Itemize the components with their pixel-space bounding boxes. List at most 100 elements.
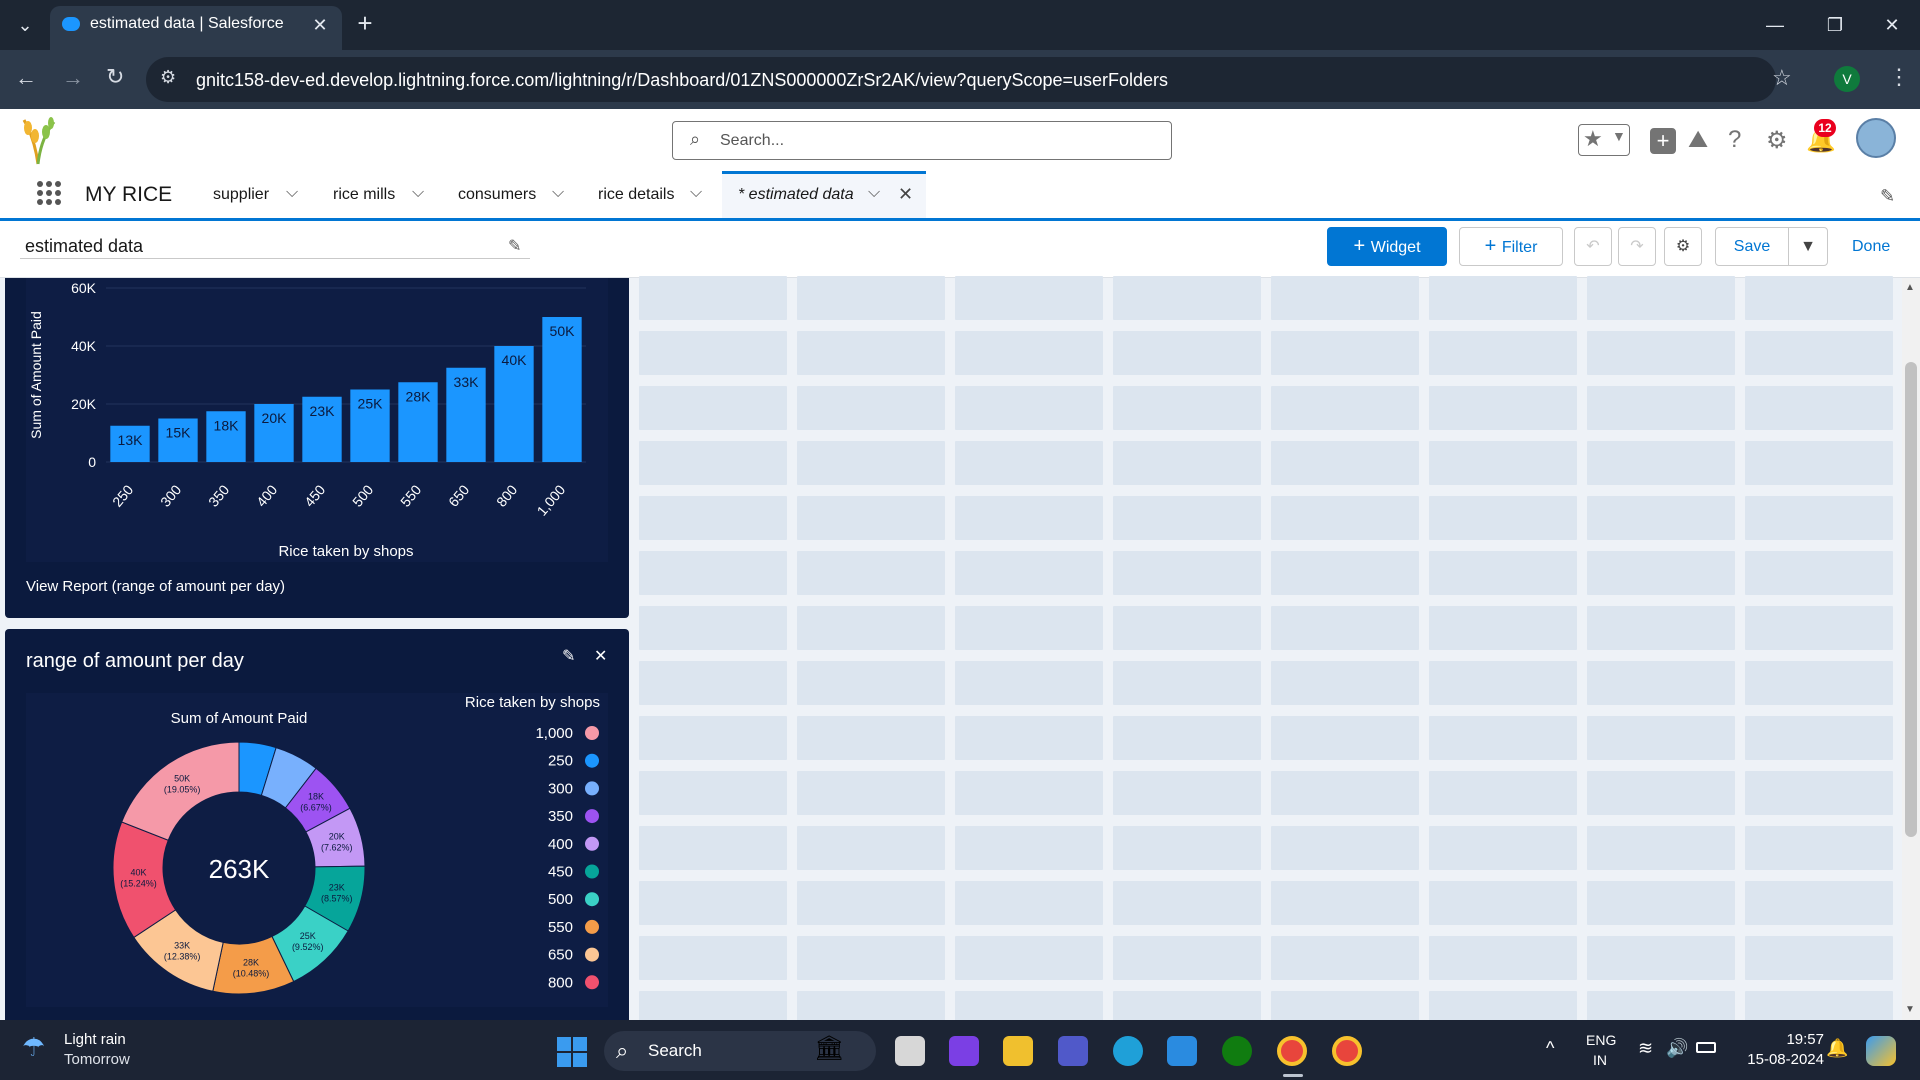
microsoft-store-icon[interactable]: [1167, 1036, 1197, 1066]
battery-icon[interactable]: [1696, 1042, 1716, 1053]
legend-label: 250: [548, 753, 573, 770]
weather-rain-icon[interactable]: ☂: [22, 1032, 45, 1063]
app-launcher-icon[interactable]: [36, 180, 62, 206]
view-report-link[interactable]: View Report (range of amount per day): [26, 578, 285, 595]
dashboard-name[interactable]: estimated data: [25, 236, 143, 257]
chevron-down-icon[interactable]: ⌵: [868, 184, 880, 202]
add-filter-button[interactable]: + Filter: [1459, 227, 1563, 266]
tab-search-chevron-icon[interactable]: ⌄: [8, 0, 42, 50]
grid-cell: [639, 606, 787, 650]
active-app-indicator: [1283, 1074, 1303, 1077]
restore-window-icon[interactable]: ❐: [1815, 0, 1855, 50]
properties-gear-icon[interactable]: ⚙: [1664, 227, 1702, 266]
grid-cell: [1271, 276, 1419, 320]
add-widget-button[interactable]: + Widget: [1327, 227, 1447, 266]
edit-widget-pencil-icon[interactable]: ✎: [562, 646, 575, 666]
grid-cell: [639, 276, 787, 320]
grid-cell: [1587, 606, 1735, 650]
x-tick-label: 450: [301, 481, 328, 509]
grid-cell: [1429, 716, 1577, 760]
chrome-icon[interactable]: [1277, 1036, 1307, 1066]
browser-menu-icon[interactable]: ⋮: [1888, 64, 1910, 90]
scroll-up-arrow-icon[interactable]: ▲: [1905, 282, 1915, 293]
bar-data-label: 23K: [310, 403, 336, 419]
windows-start-icon[interactable]: [556, 1036, 588, 1068]
global-actions-icon[interactable]: +: [1650, 128, 1676, 154]
file-explorer-icon[interactable]: [1003, 1036, 1033, 1066]
scroll-down-arrow-icon[interactable]: ▼: [1905, 1004, 1915, 1015]
nav-item-rice-mills[interactable]: rice mills: [333, 186, 395, 204]
grid-cell: [1745, 716, 1893, 760]
grid-cell: [1745, 661, 1893, 705]
task-view-icon[interactable]: [895, 1036, 925, 1066]
grid-cell: [955, 936, 1103, 980]
grid-cell: [1113, 331, 1261, 375]
tab-close-icon[interactable]: ✕: [306, 0, 334, 50]
x-tick-label: 650: [445, 481, 472, 509]
legend-swatch: [585, 781, 599, 796]
teams-icon[interactable]: [1058, 1036, 1088, 1066]
chevron-down-icon[interactable]: ⌵: [412, 184, 424, 202]
undo-icon[interactable]: ↶: [1574, 227, 1612, 266]
grid-cell: [1113, 936, 1261, 980]
legend-swatch: [585, 864, 599, 879]
save-options-dropdown-icon[interactable]: ▼: [1788, 227, 1828, 266]
notification-center-icon[interactable]: 🔔: [1826, 1038, 1848, 1059]
close-window-icon[interactable]: ✕: [1872, 0, 1912, 50]
nav-item-consumers[interactable]: consumers: [458, 186, 536, 204]
chevron-down-icon[interactable]: ⌵: [690, 184, 702, 202]
volume-icon[interactable]: 🔊: [1666, 1038, 1688, 1059]
legend-label: 650: [548, 947, 573, 964]
legend-swatch: [585, 947, 599, 962]
favorites-dropdown-icon[interactable]: ▼: [1612, 128, 1626, 144]
clock-time[interactable]: 19:57: [1764, 1031, 1824, 1048]
grid-cell: [639, 716, 787, 760]
done-button[interactable]: Done: [1852, 238, 1890, 256]
grid-cell: [955, 826, 1103, 870]
save-button[interactable]: Save: [1715, 227, 1789, 266]
edit-name-pencil-icon[interactable]: ✎: [508, 236, 521, 256]
reload-icon[interactable]: ↻: [106, 64, 124, 90]
grid-cell: [1745, 606, 1893, 650]
profile-avatar[interactable]: V: [1834, 66, 1860, 92]
grid-cell: [797, 386, 945, 430]
nav-item-supplier[interactable]: supplier: [213, 186, 269, 204]
x-tick-label: 550: [397, 481, 424, 509]
nav-item-rice-details[interactable]: rice details: [598, 186, 674, 204]
bar-data-label: 40K: [502, 352, 528, 368]
chrome-profile-icon[interactable]: [1332, 1036, 1362, 1066]
redo-icon[interactable]: ↷: [1618, 227, 1656, 266]
grid-cell: [1429, 826, 1577, 870]
language-top[interactable]: ENG: [1586, 1032, 1616, 1048]
wifi-icon[interactable]: ≋: [1638, 1038, 1653, 1059]
setup-gear-icon[interactable]: ⚙: [1766, 126, 1788, 155]
chevron-down-icon[interactable]: ⌵: [286, 184, 298, 202]
bar-data-label: 50K: [550, 323, 576, 339]
back-icon[interactable]: ←: [15, 65, 37, 91]
user-avatar[interactable]: [1856, 118, 1896, 158]
grid-cell: [1745, 551, 1893, 595]
chevron-down-icon[interactable]: ⌵: [552, 184, 564, 202]
y-tick-label: 60K: [71, 280, 97, 296]
copilot-icon[interactable]: [1866, 1036, 1896, 1066]
xbox-icon[interactable]: [1222, 1036, 1252, 1066]
grid-cell: [797, 606, 945, 650]
donut-title: Sum of Amount Paid: [171, 710, 308, 727]
weather-title[interactable]: Light rain: [64, 1031, 126, 1048]
show-hidden-icons-chevron-icon[interactable]: ^: [1546, 1038, 1554, 1059]
help-icon[interactable]: ?: [1728, 126, 1741, 154]
bookmark-star-icon[interactable]: ☆: [1772, 65, 1792, 91]
site-info-icon[interactable]: ⚙: [160, 67, 176, 88]
close-tab-icon[interactable]: ✕: [898, 184, 913, 205]
app-icon[interactable]: [949, 1036, 979, 1066]
new-tab-icon[interactable]: +: [350, 0, 380, 48]
trailhead-icon[interactable]: ⛰: [1688, 126, 1708, 154]
remove-widget-close-icon[interactable]: ✕: [594, 646, 607, 666]
minimize-window-icon[interactable]: —: [1755, 0, 1795, 50]
edge-icon[interactable]: [1113, 1036, 1143, 1066]
grid-cell: [1745, 331, 1893, 375]
forward-icon[interactable]: →: [62, 65, 84, 91]
scrollbar-thumb[interactable]: [1905, 362, 1917, 837]
edit-nav-pencil-icon[interactable]: ✎: [1880, 186, 1895, 207]
grid-cell: [1271, 771, 1419, 815]
